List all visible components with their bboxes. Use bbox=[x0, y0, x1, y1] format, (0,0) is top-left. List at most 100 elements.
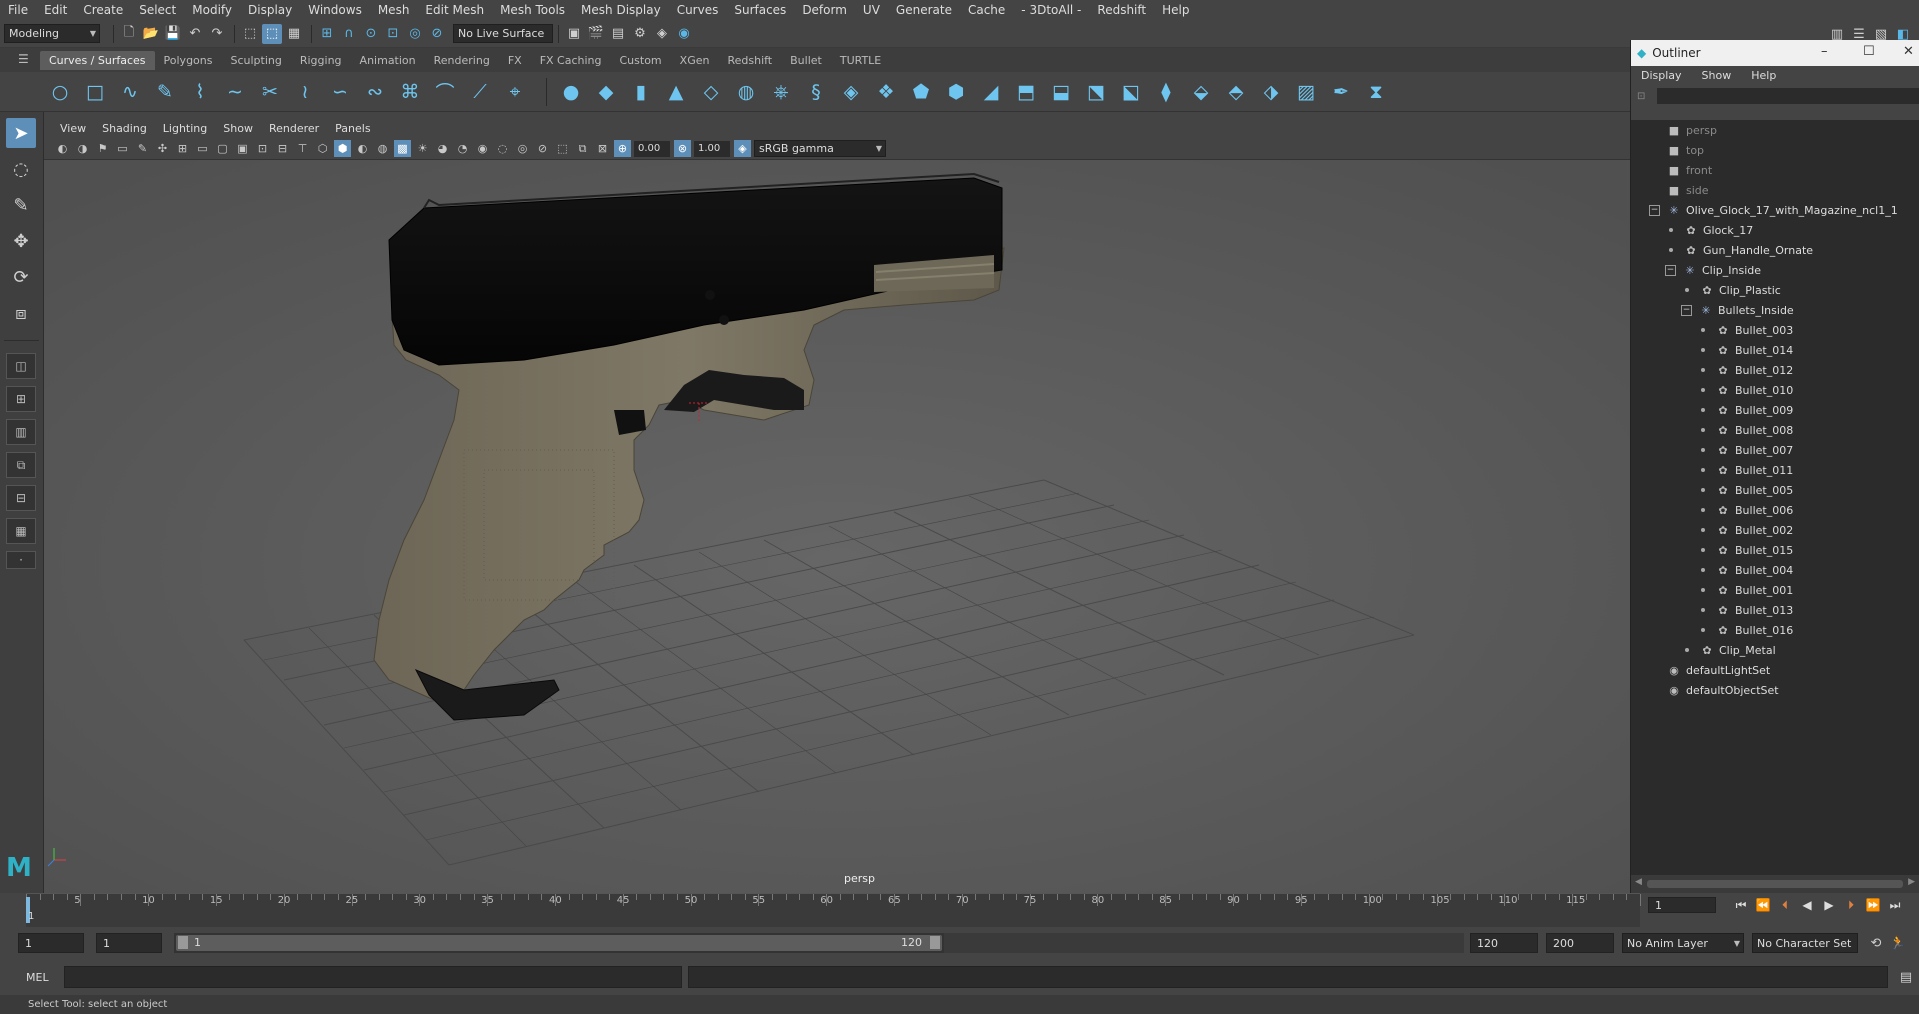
outliner-item[interactable]: ✿ Bullet_014 bbox=[1631, 340, 1919, 360]
anim-start-field[interactable]: 1 bbox=[96, 933, 162, 953]
script-language-button[interactable]: MEL bbox=[26, 971, 62, 984]
curve-extend-icon[interactable]: ⟋ bbox=[466, 78, 494, 106]
collapse-icon[interactable]: − bbox=[1681, 304, 1692, 316]
pencil-curve-icon[interactable]: ✎ bbox=[151, 78, 179, 106]
outliner-item[interactable]: ■ persp bbox=[1631, 120, 1919, 140]
shelf-tab-redshift[interactable]: Redshift bbox=[718, 51, 781, 70]
render-setup-icon[interactable]: ◉ bbox=[674, 24, 694, 44]
outliner-item[interactable]: ✿ Bullet_003 bbox=[1631, 320, 1919, 340]
outliner-item[interactable]: ■ side bbox=[1631, 180, 1919, 200]
paint-select-icon[interactable]: ✎ bbox=[6, 190, 36, 220]
auto-key-icon[interactable]: ⟲ bbox=[1866, 933, 1886, 953]
curve-offset-icon[interactable]: ⌒ bbox=[431, 78, 459, 106]
play-forwards-icon[interactable]: ▶ bbox=[1818, 898, 1840, 912]
outliner-menu-display[interactable]: Display bbox=[1631, 69, 1692, 82]
shelf-tab-custom[interactable]: Custom bbox=[611, 51, 671, 70]
shelf-menu-icon[interactable]: ☰ bbox=[18, 52, 29, 66]
menu-create[interactable]: Create bbox=[75, 3, 131, 17]
curve-insert-icon[interactable]: ⌖ bbox=[501, 78, 529, 106]
range-bar[interactable]: 1 120 bbox=[174, 933, 944, 953]
script-editor-icon[interactable]: ▤ bbox=[1896, 967, 1916, 987]
curve-tool-icon[interactable]: ✂ bbox=[256, 78, 284, 106]
collapse-icon[interactable]: − bbox=[1649, 204, 1660, 216]
animation-prefs-icon[interactable]: 🏃 bbox=[1888, 933, 1908, 953]
go-to-start-icon[interactable]: ⏮ bbox=[1730, 898, 1752, 913]
project-curve-icon[interactable]: ⧫ bbox=[1152, 78, 1180, 106]
outliner-menu-help[interactable]: Help bbox=[1741, 69, 1786, 82]
gate-mask-icon[interactable]: ▣ bbox=[234, 140, 251, 157]
outliner-item[interactable]: ✿ Bullet_001 bbox=[1631, 580, 1919, 600]
select-object-icon[interactable]: ⬚ bbox=[262, 23, 282, 44]
select-hierarchy-icon[interactable]: ⬚ bbox=[240, 24, 260, 44]
outliner-item[interactable]: ✿ Bullet_008 bbox=[1631, 420, 1919, 440]
nurbs-cube-icon[interactable]: ◆ bbox=[592, 78, 620, 106]
end-time-field[interactable]: 200 bbox=[1546, 933, 1614, 953]
close-icon[interactable]: ✕ bbox=[1903, 44, 1914, 59]
safe-action-icon[interactable]: ⊟ bbox=[274, 140, 291, 157]
start-time-field[interactable]: 1 bbox=[18, 933, 84, 953]
outliner-item[interactable]: ✿ Bullet_016 bbox=[1631, 620, 1919, 640]
open-scene-icon[interactable]: 📂 bbox=[141, 24, 161, 44]
graph-layout-icon[interactable]: ⧉ bbox=[6, 452, 36, 478]
shelf-tab-rendering[interactable]: Rendering bbox=[425, 51, 499, 70]
panel-menu-view[interactable]: View bbox=[52, 122, 94, 135]
planar-icon[interactable]: ◈ bbox=[837, 78, 865, 106]
shelf-tab-turtle[interactable]: TURTLE bbox=[831, 51, 890, 70]
birail-icon[interactable]: ⬟ bbox=[907, 78, 935, 106]
live-surface-field[interactable]: No Live Surface bbox=[453, 24, 553, 43]
shelf-tab-xgen[interactable]: XGen bbox=[671, 51, 719, 70]
outliner-horizontal-scrollbar[interactable]: ◀ ▶ bbox=[1631, 875, 1919, 893]
curve-detach-icon[interactable]: ∽ bbox=[326, 78, 354, 106]
loft-icon[interactable]: § bbox=[802, 78, 830, 106]
collapse-icon[interactable]: − bbox=[1665, 264, 1676, 276]
menu-3dtoall[interactable]: - 3DtoAll - bbox=[1013, 3, 1089, 17]
curve-loft-icon[interactable]: ∾ bbox=[361, 78, 389, 106]
menu-help[interactable]: Help bbox=[1154, 3, 1197, 17]
menu-edit-mesh[interactable]: Edit Mesh bbox=[417, 3, 492, 17]
save-scene-icon[interactable]: 💾 bbox=[163, 24, 183, 44]
outliner-item[interactable]: ✿ Bullet_010 bbox=[1631, 380, 1919, 400]
ep-curve-icon[interactable]: ∿ bbox=[116, 78, 144, 106]
range-start-handle[interactable] bbox=[178, 936, 188, 949]
untrim-icon[interactable]: ⬔ bbox=[1082, 78, 1110, 106]
panel-menu-renderer[interactable]: Renderer bbox=[261, 122, 327, 135]
menu-windows[interactable]: Windows bbox=[300, 3, 370, 17]
sculpt-geometry-icon[interactable]: ⬗ bbox=[1257, 78, 1285, 106]
shelf-tab-fx-caching[interactable]: FX Caching bbox=[531, 51, 611, 70]
exposure-toggle-icon[interactable]: ⊕ bbox=[614, 140, 631, 157]
outliner-item[interactable]: ✿ Bullet_005 bbox=[1631, 480, 1919, 500]
revolve-icon[interactable]: ⎈ bbox=[767, 78, 795, 106]
current-frame-field[interactable]: 1 bbox=[1648, 897, 1716, 913]
minimize-icon[interactable]: – bbox=[1821, 44, 1828, 59]
outliner-item[interactable]: ✿ Bullet_002 bbox=[1631, 520, 1919, 540]
menu-mesh-display[interactable]: Mesh Display bbox=[573, 3, 669, 17]
scroll-thumb[interactable] bbox=[1647, 880, 1903, 888]
range-end-handle[interactable] bbox=[930, 936, 940, 949]
grease-pencil-icon[interactable]: ✎ bbox=[134, 140, 151, 157]
step-forward-key-icon[interactable]: ⏩ bbox=[1862, 898, 1884, 912]
persp-outliner-layout-icon[interactable]: ▥ bbox=[6, 419, 36, 445]
outliner-menu-show[interactable]: Show bbox=[1692, 69, 1742, 82]
select-component-icon[interactable]: ▦ bbox=[284, 24, 304, 44]
outliner-tree[interactable]: ■ persp ■ top ■ front ■ side − ✳ Olive_Glock_17_wi… bbox=[1631, 120, 1919, 875]
outliner-item[interactable]: − ✳ Olive_Glock_17_with_Magazine_ncl1_1 bbox=[1631, 200, 1919, 220]
curve-attach-icon[interactable]: ≀ bbox=[291, 78, 319, 106]
gamma-toggle-icon[interactable]: ⊗ bbox=[674, 140, 691, 157]
outliner-item[interactable]: ✿ Bullet_006 bbox=[1631, 500, 1919, 520]
nurbs-plane-icon[interactable]: ◇ bbox=[697, 78, 725, 106]
sculpt-tool-icon[interactable]: ⧗ bbox=[1362, 78, 1390, 106]
go-to-end-icon[interactable]: ⏭ bbox=[1884, 898, 1906, 913]
scale-tool-icon[interactable]: ⧈ bbox=[6, 298, 36, 328]
outliner-item[interactable]: ◉ defaultLightSet bbox=[1631, 660, 1919, 680]
outliner-item[interactable]: ■ front bbox=[1631, 160, 1919, 180]
outliner-item[interactable]: ✿ Bullet_004 bbox=[1631, 560, 1919, 580]
outliner-item[interactable]: ✿ Bullet_011 bbox=[1631, 460, 1919, 480]
outliner-item[interactable]: ✿ Clip_Plastic bbox=[1631, 280, 1919, 300]
hypershade-icon[interactable]: ◈ bbox=[652, 24, 672, 44]
panel-menu-lighting[interactable]: Lighting bbox=[155, 122, 215, 135]
outliner-item[interactable]: ✿ Bullet_013 bbox=[1631, 600, 1919, 620]
snap-live-icon[interactable]: ⊘ bbox=[427, 24, 447, 44]
outliner-search-input[interactable] bbox=[1657, 88, 1919, 104]
outliner-item[interactable]: ✿ Bullet_012 bbox=[1631, 360, 1919, 380]
nurbs-cone-icon[interactable]: ▲ bbox=[662, 78, 690, 106]
